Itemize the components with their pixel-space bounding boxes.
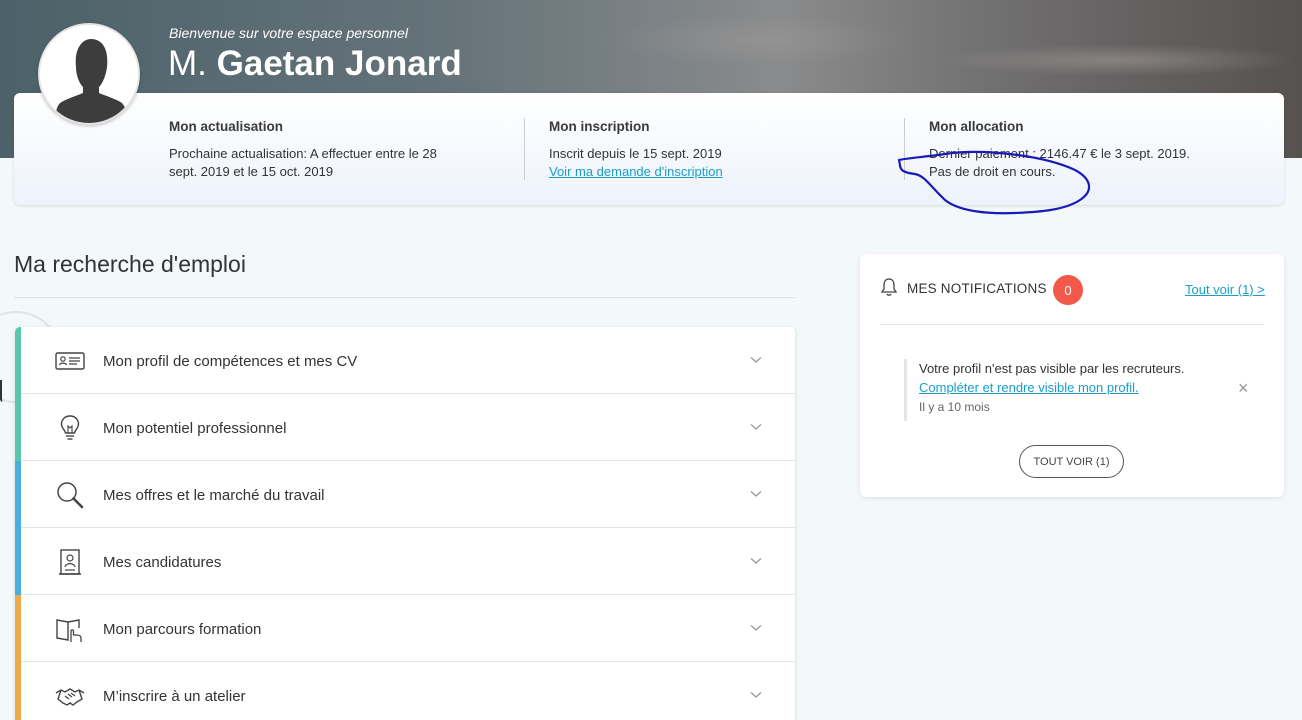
divider [904,118,905,180]
user-name: M. Gaetan Jonard [168,44,462,84]
notification-count-badge: 0 [1053,275,1083,305]
accordion-item-skills-profile[interactable]: Mon profil de compétences et mes CV [15,327,795,394]
welcome-text: Bienvenue sur votre espace personnel [169,25,408,41]
accordion-item-offers[interactable]: Mes offres et le marché du travail [15,461,795,528]
see-all-link[interactable]: Tout voir (1) > [1185,282,1265,297]
accent-bar [15,327,21,394]
close-icon[interactable]: × [1238,379,1249,397]
application-icon [59,549,81,575]
accordion-label: Mon profil de compétences et mes CV [103,353,358,370]
actualisation-block: Mon actualisation Prochaine actualisatio… [169,118,459,181]
summary-card: Mon actualisation Prochaine actualisatio… [14,93,1284,205]
section-divider [14,297,795,298]
notifications-divider [880,324,1264,325]
chevron-down-icon[interactable] [750,490,762,498]
avatar[interactable] [38,23,140,125]
divider [524,118,525,180]
chevron-down-icon[interactable] [750,691,762,699]
civility: M. [168,44,207,83]
accordion-item-training[interactable]: Mon parcours formation [15,595,795,662]
accordion-item-potential[interactable]: Mon potentiel professionnel [15,394,795,461]
chevron-down-icon[interactable] [750,423,762,431]
notification-item: Votre profil n'est pas visible par les r… [904,359,1204,421]
id-card-icon [55,352,85,370]
complete-profile-link[interactable]: Compléter et rendre visible mon profil. [919,378,1204,397]
accent-bar [15,595,21,662]
allocation-rights: Pas de droit en cours. [929,164,1056,179]
accordion-label: Mes candidatures [103,554,222,571]
job-search-accordion: Mon profil de compétences et mes CV Mon … [15,327,795,720]
book-touch-icon [56,619,82,642]
accent-bar [15,394,21,461]
bell-icon [880,278,898,296]
user-silhouette-icon [40,25,138,123]
accordion-label: Mon potentiel professionnel [103,420,287,437]
handshake-icon [55,688,85,706]
section-title: Ma recherche d'emploi [14,251,246,277]
chevron-down-icon[interactable] [750,356,762,364]
chevron-down-icon[interactable] [750,624,762,632]
accordion-label: M’inscrire à un atelier [103,688,246,705]
accent-bar [15,528,21,595]
accordion-label: Mes offres et le marché du travail [103,487,325,504]
accent-bar [15,662,21,720]
notification-time: Il y a 10 mois [919,400,990,414]
accent-bar [15,461,21,528]
inscription-block: Mon inscription Inscrit depuis le 15 sep… [549,118,809,181]
notifications-card: MES NOTIFICATIONS 0 Tout voir (1) > Votr… [860,254,1284,497]
allocation-payment: Dernier paiement : 2146.47 € le 3 sept. … [929,146,1190,161]
notification-text: Votre profil n'est pas visible par les r… [919,361,1185,376]
allocation-title: Mon allocation [929,119,1024,134]
actualisation-title: Mon actualisation [169,119,284,134]
accordion-label: Mon parcours formation [103,621,262,638]
allocation-block: Mon allocation Dernier paiement : 2146.4… [929,118,1249,181]
see-all-button[interactable]: TOUT VOIR (1) [1019,445,1124,478]
inscription-text: Inscrit depuis le 15 sept. 2019 [549,146,722,161]
inscription-title: Mon inscription [549,119,650,134]
full-name: Gaetan Jonard [216,44,462,83]
chevron-down-icon[interactable] [750,557,762,565]
lightbulb-icon [60,415,80,440]
accordion-item-applications[interactable]: Mes candidatures [15,528,795,595]
decorative-mark [0,380,6,402]
search-icon [57,482,84,509]
accordion-item-workshop[interactable]: M’inscrire à un atelier [15,662,795,720]
notifications-title: MES NOTIFICATIONS [907,281,1047,296]
actualisation-text: Prochaine actualisation: A effectuer ent… [169,146,437,179]
inscription-link[interactable]: Voir ma demande d'inscription [549,163,809,181]
